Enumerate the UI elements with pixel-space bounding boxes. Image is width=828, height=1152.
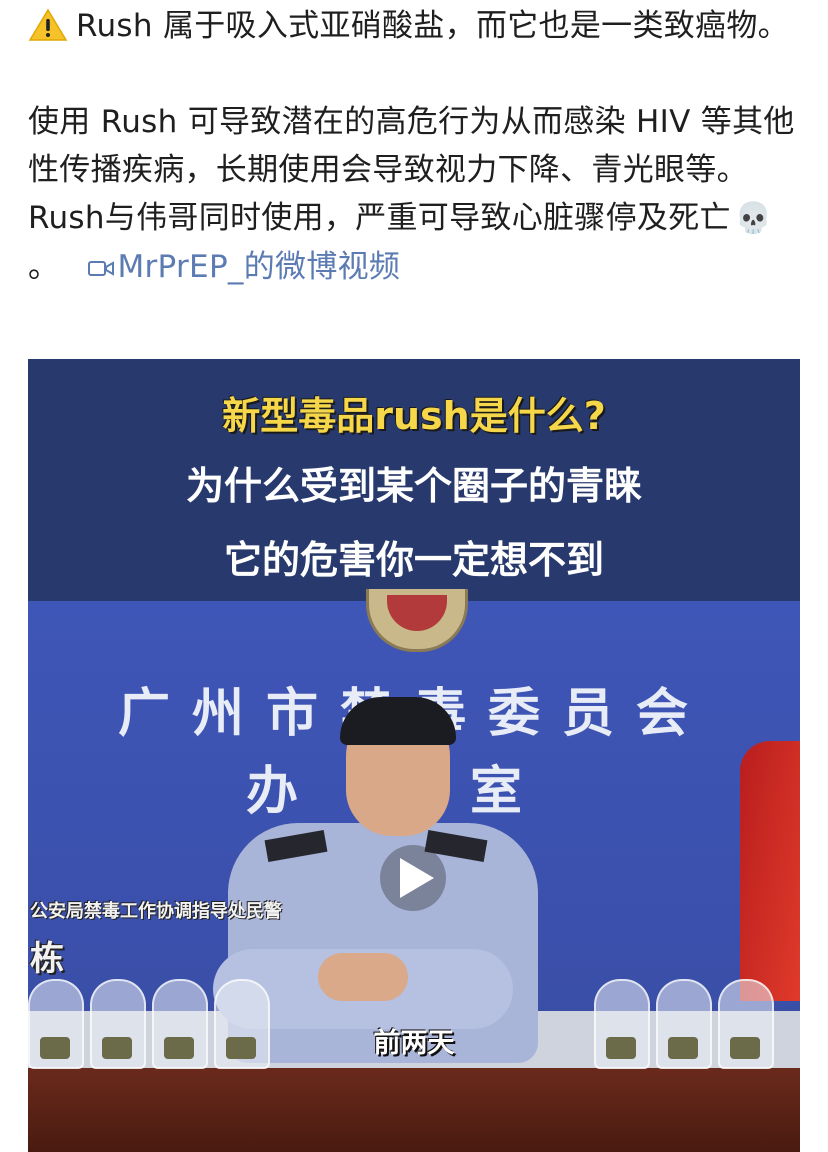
desk bbox=[28, 1068, 800, 1152]
video-player[interactable]: 新型毒品rush是什么? 为什么受到某个圈子的青睐 它的危害你一定想不到 广州市… bbox=[28, 359, 800, 1152]
warning-triangle-icon bbox=[28, 8, 68, 42]
officer-hands bbox=[318, 953, 408, 1001]
post-paragraph-2-end: 。 bbox=[28, 249, 60, 285]
lower-third-caption: 公安局禁毒工作协调指导处民警 bbox=[30, 901, 282, 922]
video-subtitle: 前两天 bbox=[373, 1028, 455, 1059]
post-paragraph-1: Rush 属于吸入式亚硝酸盐，而它也是一类致癌物。 bbox=[28, 2, 808, 50]
emblem-center bbox=[387, 595, 447, 631]
play-button[interactable] bbox=[380, 845, 446, 911]
play-icon bbox=[400, 858, 434, 898]
lower-third-name: 栋 bbox=[30, 939, 64, 979]
video-title-line-2: 为什么受到某个圈子的青睐 bbox=[185, 464, 642, 508]
police-emblem bbox=[366, 589, 468, 652]
video-title-line-3: 它的危害你一定想不到 bbox=[223, 538, 604, 582]
weibo-video-link-text: MrPrEP_的微博视频 bbox=[117, 249, 401, 285]
skull-emoji: 💀 bbox=[734, 201, 773, 236]
video-frame: 广州市禁毒委员会 办公室 公安局禁毒工作协调指导处民警 栋 前两天 bbox=[28, 589, 800, 1152]
officer-hair bbox=[340, 697, 456, 745]
video-title-band: 新型毒品rush是什么? 为什么受到某个圈子的青睐 它的危害你一定想不到 bbox=[28, 359, 800, 601]
post-paragraph-1-text: Rush 属于吸入式亚硝酸盐，而它也是一类致癌物。 bbox=[76, 8, 789, 44]
video-camera-icon bbox=[87, 245, 115, 276]
weibo-video-link[interactable]: MrPrEP_的微博视频 bbox=[87, 249, 400, 285]
post-text: Rush 属于吸入式亚硝酸盐，而它也是一类致癌物。 使用 Rush 可导致潜在的… bbox=[28, 2, 808, 291]
post-paragraph-2: 使用 Rush 可导致潜在的高危行为从而感染 HIV 等其他性传播疾病，长期使用… bbox=[28, 98, 808, 291]
red-flag bbox=[740, 741, 800, 1001]
post-paragraph-2-text: 使用 Rush 可导致潜在的高危行为从而感染 HIV 等其他性传播疾病，长期使用… bbox=[28, 104, 795, 236]
video-title-line-1: 新型毒品rush是什么? bbox=[222, 394, 606, 438]
